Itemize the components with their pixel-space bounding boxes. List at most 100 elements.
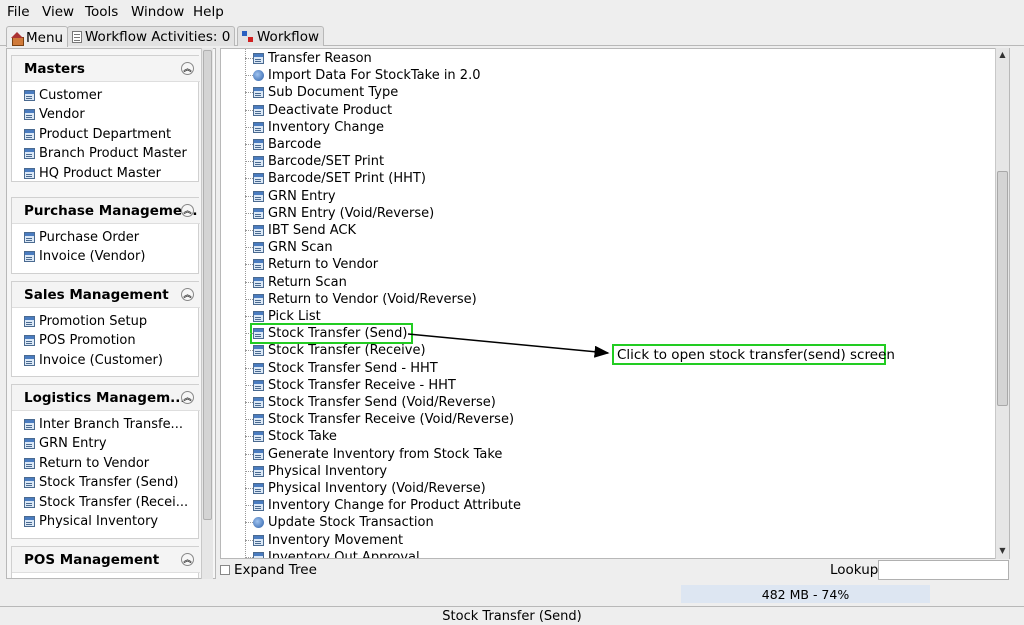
- sidebar-item-branch-product-master[interactable]: Branch Product Master: [24, 146, 187, 161]
- form-icon: [24, 129, 35, 140]
- tree-item[interactable]: Stock Transfer (Send): [244, 323, 414, 345]
- scroll-down-icon[interactable]: ▼: [996, 545, 1009, 557]
- tree-item-label: Import Data For StockTake in 2.0: [268, 68, 481, 84]
- sidebar-item-return-to-vendor[interactable]: Return to Vendor: [24, 456, 149, 471]
- sidebar-item-purchase-order[interactable]: Purchase Order: [24, 230, 139, 245]
- tab-workflow[interactable]: Workflow: [237, 26, 324, 46]
- tree-item-label: Inventory Movement: [268, 532, 404, 548]
- tree-item[interactable]: Return to Vendor: [244, 257, 378, 272]
- menu-help[interactable]: Help: [193, 4, 224, 20]
- tree-item[interactable]: Inventory Movement: [244, 532, 404, 548]
- tree-item[interactable]: Barcode: [244, 137, 321, 152]
- expand-tree-checkbox[interactable]: [220, 565, 230, 575]
- tree-item[interactable]: Transfer Reason: [245, 51, 372, 66]
- tree-item[interactable]: Physical Inventory (Void/Reverse): [245, 481, 486, 496]
- tree-item[interactable]: Physical Inventory: [244, 464, 387, 479]
- menu-file[interactable]: File: [7, 4, 30, 20]
- tree-item[interactable]: Stock Take: [245, 429, 337, 444]
- form-icon: [24, 516, 35, 527]
- tree-item[interactable]: Barcode/SET Print: [244, 154, 384, 169]
- sidebar-item-vendor[interactable]: Vendor: [24, 107, 85, 122]
- expand-tree-toggle[interactable]: Expand Tree: [220, 562, 317, 578]
- sidebar-item-customer[interactable]: Customer: [24, 88, 102, 103]
- tree-item[interactable]: Pick List: [245, 309, 321, 324]
- tab-menu[interactable]: Menu: [6, 26, 69, 47]
- sidebar-item-physical-inventory[interactable]: Physical Inventory: [24, 514, 158, 529]
- section-title-purchase[interactable]: Purchase Manageme... ︽: [12, 198, 200, 224]
- section-title-masters[interactable]: Masters ︽: [12, 56, 200, 82]
- collapse-icon[interactable]: ︽: [181, 553, 194, 566]
- form-icon: [253, 345, 264, 357]
- sidebar-scroll-thumb[interactable]: [203, 50, 212, 520]
- tree-item[interactable]: Import Data For StockTake in 2.0: [244, 68, 481, 84]
- tree-item[interactable]: IBT Send ACK: [245, 223, 356, 238]
- tree-item[interactable]: GRN Scan: [245, 240, 333, 255]
- tree-item[interactable]: Stock Transfer Send (Void/Reverse): [245, 395, 496, 410]
- annotation-callout: Click to open stock transfer(send) scree…: [612, 344, 895, 365]
- collapse-icon[interactable]: ︽: [181, 62, 194, 75]
- collapse-icon[interactable]: ︽: [181, 288, 194, 301]
- menu-window[interactable]: Window: [131, 4, 184, 20]
- form-icon: [24, 438, 35, 449]
- tree-item[interactable]: Inventory Change: [245, 120, 384, 135]
- collapse-icon[interactable]: ︽: [181, 204, 194, 217]
- tree-item-label: Transfer Reason: [268, 51, 372, 66]
- tree-item[interactable]: Inventory Out Approval: [245, 550, 420, 558]
- tree-item-label: Stock Transfer (Send): [268, 326, 408, 342]
- sidebar-item-invoice-customer[interactable]: Invoice (Customer): [24, 353, 163, 368]
- form-icon: [253, 225, 264, 236]
- tree-scrollbar[interactable]: ▲ ▼: [995, 48, 1009, 559]
- menu-view[interactable]: View: [42, 4, 74, 20]
- form-icon: [253, 173, 264, 185]
- tab-workflow-label: Workflow: [257, 29, 319, 45]
- tree-scroll-thumb[interactable]: [997, 171, 1008, 406]
- sidebar-item-promotion-setup[interactable]: Promotion Setup: [24, 314, 147, 329]
- sidebar-item-hq-product-master[interactable]: HQ Product Master: [24, 166, 161, 181]
- tree-item[interactable]: Return Scan: [245, 275, 347, 290]
- sidebar-item-pos-promotion[interactable]: POS Promotion: [24, 333, 136, 348]
- tree-item[interactable]: Barcode/SET Print (HHT): [245, 171, 426, 186]
- sidebar-item-stock-transfer-send[interactable]: Stock Transfer (Send): [24, 475, 178, 490]
- form-icon: [253, 414, 264, 426]
- tree-item[interactable]: Stock Transfer Receive (Void/Reverse): [244, 412, 514, 427]
- form-icon: [253, 190, 264, 202]
- form-icon: [253, 465, 264, 477]
- menu-tools[interactable]: Tools: [85, 4, 118, 20]
- tree-item[interactable]: Stock Transfer (Receive): [245, 343, 426, 359]
- form-icon: [253, 483, 264, 494]
- section-title-sales[interactable]: Sales Management ︽: [12, 282, 200, 308]
- tree-item-label: Deactivate Product: [268, 102, 393, 118]
- lookup-input[interactable]: [878, 560, 1009, 580]
- form-icon: [253, 139, 264, 150]
- tree-item[interactable]: Deactivate Product: [244, 102, 393, 118]
- form-icon: [253, 397, 264, 408]
- tab-workflow-activities[interactable]: Workflow Activities: 0: [67, 26, 236, 46]
- collapse-icon[interactable]: ︽: [181, 391, 194, 404]
- tree-item[interactable]: Stock Transfer Receive - HHT: [245, 378, 456, 393]
- sidebar-item-invoice-vendor[interactable]: Invoice (Vendor): [24, 249, 145, 264]
- scroll-up-icon[interactable]: ▲: [996, 49, 1009, 61]
- form-icon: [253, 259, 264, 271]
- sidebar-item-stock-transfer-receive[interactable]: Stock Transfer (Recei...: [24, 495, 188, 510]
- form-icon: [253, 534, 264, 546]
- section-title-logistics[interactable]: Logistics Managem... ︽: [12, 385, 200, 411]
- tree-item[interactable]: Inventory Change for Product Attribute: [244, 498, 522, 514]
- tree-item[interactable]: Generate Inventory from Stock Take: [244, 446, 503, 462]
- tree-item[interactable]: Return to Vendor (Void/Reverse): [245, 292, 477, 307]
- tree-item[interactable]: Update Stock Transaction: [245, 515, 434, 530]
- section-title-pos[interactable]: POS Management ︽: [12, 547, 200, 573]
- tree-item[interactable]: GRN Entry: [245, 189, 336, 204]
- tree-item[interactable]: Sub Document Type: [244, 85, 398, 100]
- tree-item-label: Stock Transfer (Receive): [268, 343, 426, 359]
- tree-item-label: Inventory Change for Product Attribute: [268, 498, 522, 514]
- sidebar-scrollbar[interactable]: [201, 48, 213, 579]
- tree-item-label: Generate Inventory from Stock Take: [268, 446, 503, 462]
- sidebar-item-grn-entry[interactable]: GRN Entry: [24, 436, 107, 451]
- globe-icon: [253, 70, 264, 82]
- menu-tree: Transfer Reason Import Data For StockTake…: [220, 48, 1010, 559]
- form-icon: [24, 335, 35, 346]
- tree-item[interactable]: GRN Entry (Void/Reverse): [244, 206, 434, 221]
- sidebar-item-inter-branch-transfer[interactable]: Inter Branch Transfe...: [24, 417, 183, 432]
- tree-item[interactable]: Stock Transfer Send - HHT: [245, 361, 438, 376]
- sidebar-item-product-department[interactable]: Product Department: [24, 127, 171, 142]
